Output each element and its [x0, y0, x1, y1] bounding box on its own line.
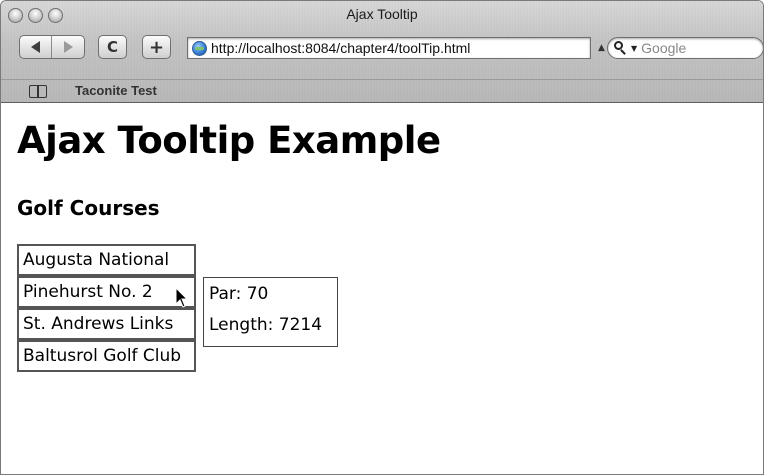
forward-arrow-icon: [63, 41, 73, 53]
back-forward-buttons: [19, 35, 85, 59]
mouse-pointer-icon: [175, 287, 189, 308]
add-bookmark-button[interactable]: +: [142, 35, 171, 59]
browser-chrome: Ajax Tooltip C + http://localhost:8084/c…: [1, 1, 763, 103]
snapback-icon[interactable]: ▲: [598, 43, 605, 53]
section-title: Golf Courses: [17, 196, 160, 220]
golf-courses-table: Augusta National Pinehurst No. 2 St. And…: [17, 244, 196, 372]
toolbar: C + http://localhost:8084/chapter4/toolT…: [1, 35, 763, 67]
bookmark-taconite-test[interactable]: Taconite Test: [75, 83, 157, 98]
tooltip-par: Par: 70: [209, 284, 269, 304]
search-menu-chevron-icon[interactable]: ▼: [631, 44, 637, 53]
course-cell-st-andrews[interactable]: St. Andrews Links: [17, 308, 196, 340]
bookmarks-book-icon[interactable]: [29, 84, 47, 98]
window-title: Ajax Tooltip: [346, 6, 418, 22]
course-cell-baltusrol[interactable]: Baltusrol Golf Club: [17, 340, 196, 372]
search-field[interactable]: ▼ Google: [607, 37, 763, 59]
address-bar[interactable]: http://localhost:8084/chapter4/toolTip.h…: [187, 37, 591, 59]
page-content: Ajax Tooltip Example Golf Courses August…: [1, 104, 763, 474]
back-button[interactable]: [20, 36, 52, 58]
url-text[interactable]: http://localhost:8084/chapter4/toolTip.h…: [211, 40, 470, 56]
page-title: Ajax Tooltip Example: [17, 119, 441, 162]
back-arrow-icon: [31, 41, 40, 53]
browser-window: Ajax Tooltip C + http://localhost:8084/c…: [0, 0, 764, 475]
reload-button[interactable]: C: [98, 35, 127, 59]
tooltip-length: Length: 7214: [209, 315, 323, 335]
course-cell-pinehurst[interactable]: Pinehurst No. 2: [17, 276, 196, 308]
course-tooltip: Par: 70 Length: 7214: [203, 277, 338, 347]
bookmarks-bar: Taconite Test: [1, 79, 763, 101]
course-cell-augusta-national[interactable]: Augusta National: [17, 244, 196, 276]
globe-icon: [192, 40, 207, 56]
title-bar[interactable]: Ajax Tooltip: [1, 1, 763, 27]
forward-button[interactable]: [52, 36, 84, 58]
search-placeholder: Google: [641, 40, 687, 56]
search-icon[interactable]: [614, 41, 630, 55]
